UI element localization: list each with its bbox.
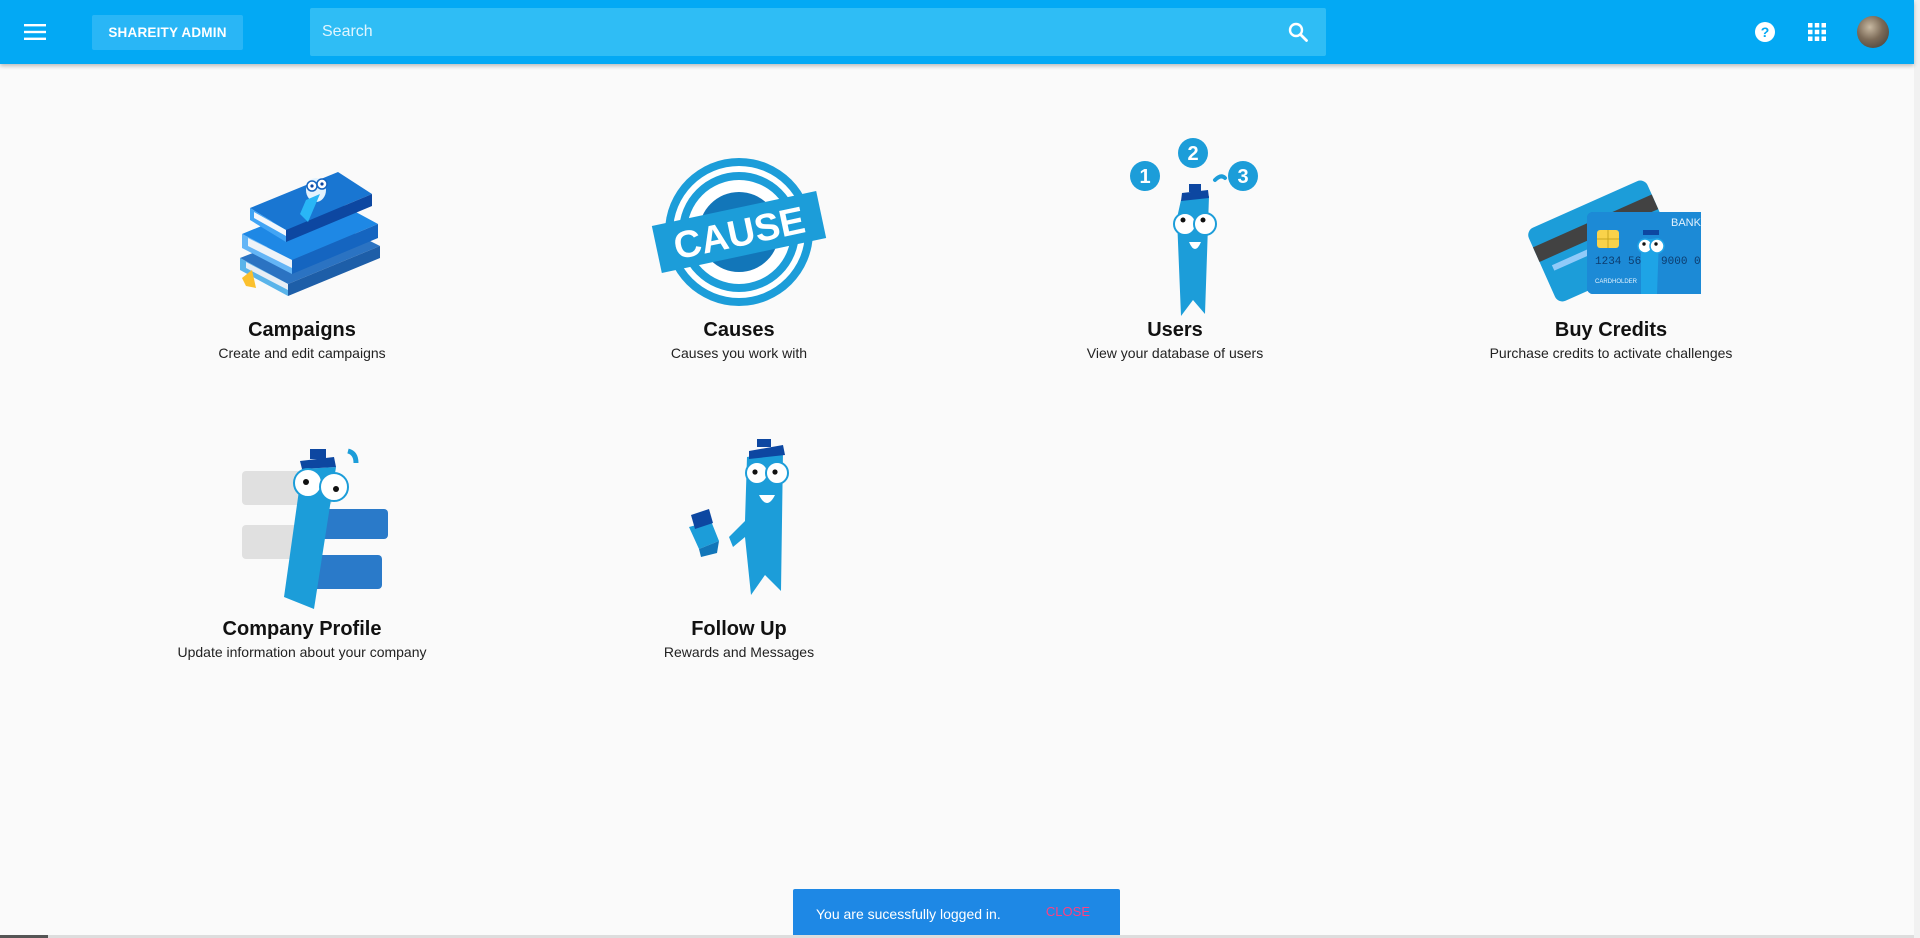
- menu-icon: [24, 24, 46, 40]
- snackbar-message: You are sucessfully logged in.: [816, 905, 1001, 922]
- brand-button[interactable]: SHAREITY ADMIN: [92, 15, 243, 50]
- books-illustration: [240, 172, 380, 296]
- cause-stamp-illustration: CAUSE: [651, 158, 827, 306]
- tile-subtitle: Update information about your company: [177, 644, 427, 660]
- svg-text:?: ?: [1761, 24, 1770, 40]
- scrollbar[interactable]: [1914, 0, 1920, 938]
- mascot-chat-illustration: [242, 448, 388, 609]
- user-avatar[interactable]: [1857, 16, 1889, 48]
- tile-users[interactable]: 1 2 3 Users View your database of users: [1025, 138, 1325, 362]
- apps-grid-icon[interactable]: [1805, 20, 1829, 44]
- tile-campaigns[interactable]: Campaigns Create and edit campaigns: [152, 138, 452, 362]
- help-icon[interactable]: ?: [1753, 20, 1777, 44]
- search-input[interactable]: [322, 8, 1262, 56]
- login-snackbar: You are sucessfully logged in. CLOSE: [793, 889, 1120, 938]
- svg-text:2: 2: [1187, 143, 1198, 165]
- svg-text:3: 3: [1237, 166, 1248, 188]
- tile-title: Company Profile: [222, 618, 382, 640]
- tile-subtitle: Rewards and Messages: [663, 644, 815, 660]
- tile-company-profile[interactable]: Company Profile Update information about…: [152, 437, 452, 661]
- tile-subtitle: Purchase credits to activate challenges: [1489, 345, 1733, 361]
- tile-causes[interactable]: CAUSE Causes Causes you work with: [589, 138, 889, 362]
- tile-subtitle: Causes you work with: [670, 345, 808, 361]
- tile-buy-credits[interactable]: BANK 1234 5678 9000 0000 CARDHOLDER Buy …: [1461, 138, 1761, 362]
- tile-subtitle: View your database of users: [1086, 345, 1264, 361]
- tile-title: Follow Up: [691, 618, 787, 640]
- tile-title: Buy Credits: [1554, 319, 1668, 341]
- tile-title: Causes: [703, 319, 775, 341]
- tile-follow-up[interactable]: Follow Up Rewards and Messages: [589, 437, 889, 661]
- search-icon[interactable]: [1286, 20, 1310, 44]
- tile-subtitle: Create and edit campaigns: [218, 345, 386, 361]
- svg-text:BANK: BANK: [1671, 217, 1701, 229]
- svg-text:1: 1: [1139, 166, 1150, 188]
- svg-text:CARDHOLDER: CARDHOLDER: [1595, 279, 1638, 285]
- tile-title: Users: [1147, 319, 1203, 341]
- mascot-gift-illustration: [689, 439, 789, 595]
- snackbar-close-button[interactable]: CLOSE: [1046, 904, 1090, 919]
- search-bar: [310, 8, 1326, 56]
- tile-title: Campaigns: [248, 319, 356, 341]
- menu-button[interactable]: [20, 18, 50, 46]
- credit-card-illustration: BANK 1234 5678 9000 0000 CARDHOLDER: [1528, 180, 1701, 302]
- app-toolbar: SHAREITY ADMIN ?: [0, 0, 1914, 64]
- mascot-numbers-illustration: 1 2 3: [1130, 138, 1258, 316]
